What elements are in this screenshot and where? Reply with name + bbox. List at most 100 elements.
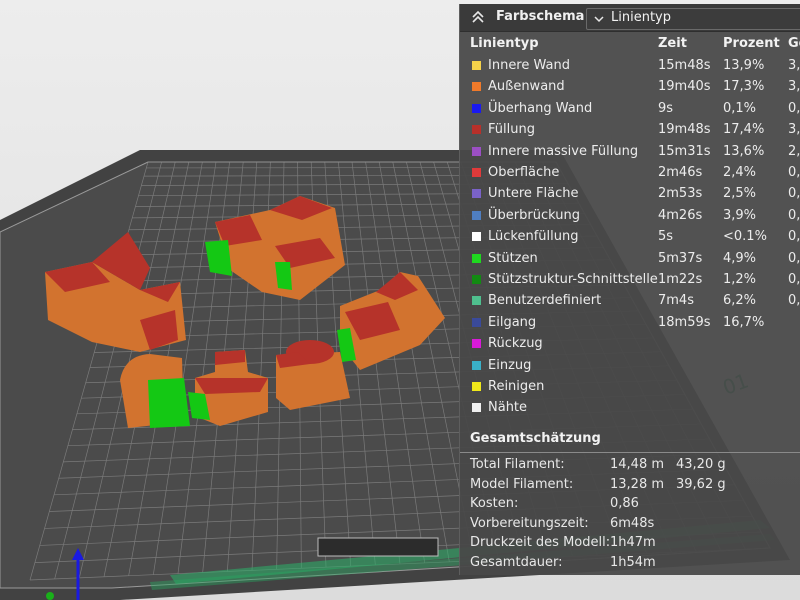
- legend-row-label: Oberfläche: [488, 165, 560, 180]
- legend-row-label: Innere massive Füllung: [488, 143, 639, 159]
- color-scheme-value: Linientyp: [611, 10, 671, 25]
- legend-row-time: 4m26s: [658, 207, 703, 223]
- color-swatch: [472, 253, 481, 263]
- legend-row[interactable]: Innere Wand 15m48s 13,9% 3,1: [460, 56, 800, 77]
- legend-row-extra: 2,6: [788, 143, 800, 159]
- summary-label: Vorbereitungszeit:: [470, 515, 589, 531]
- legend-row-extra: 0,0: [788, 100, 800, 116]
- legend-row-extra: 0,1: [788, 293, 800, 309]
- legend-row-label: Innere Wand: [488, 58, 570, 73]
- legend-row-percent: 0,1%: [723, 100, 757, 116]
- legend-row[interactable]: Innere massive Füllung 15m31s 13,6% 2,6: [460, 142, 800, 163]
- legend-row-time: 7m4s: [658, 293, 694, 309]
- color-swatch: [472, 146, 481, 156]
- color-scheme-select[interactable]: Linientyp: [586, 8, 800, 30]
- legend-row-time: 5s: [658, 229, 674, 245]
- legend-row-label: Einzug: [488, 357, 532, 373]
- color-swatch: [472, 317, 481, 327]
- legend-row-label: Überbrückung: [488, 207, 580, 223]
- color-swatch: [472, 296, 481, 306]
- legend-row-label: Nähte: [488, 400, 528, 416]
- color-swatch: [472, 189, 481, 199]
- color-scheme-label: Farbschema: [496, 9, 585, 24]
- legend-row-label: Reinigen: [488, 379, 545, 394]
- legend-row[interactable]: Außenwand 19m40s 17,3% 3,0: [460, 77, 800, 98]
- legend-row-label: Füllung: [488, 122, 535, 138]
- legend-row[interactable]: Füllung 19m48s 17,4% 3,1: [460, 120, 800, 141]
- chevron-up-double-icon[interactable]: [470, 10, 486, 24]
- legend-row-time: 19m40s: [658, 79, 711, 95]
- color-swatch: [472, 168, 481, 177]
- legend-row-label: Außenwand: [488, 79, 565, 95]
- legend-row-time: 15m31s: [658, 143, 711, 159]
- legend-row-percent: 17,4%: [723, 122, 765, 138]
- column-header-extra: Ge: [788, 36, 800, 51]
- color-swatch: [472, 232, 481, 242]
- legend-row-percent: 4,9%: [723, 250, 757, 266]
- legend-row[interactable]: Reinigen: [460, 377, 800, 398]
- legend-row-percent: 3,9%: [723, 207, 757, 223]
- summary-title: Gesamtschätzung: [470, 431, 601, 446]
- legend-row-label: Eilgang: [488, 314, 537, 330]
- legend-row[interactable]: Stützstruktur-Schnittstelle1m22s 1,2% 0,2: [460, 270, 800, 291]
- legend-row[interactable]: Nähte: [460, 398, 800, 419]
- legend-panel: Farbschema Linientyp Linientyp Zeit Proz…: [459, 4, 800, 575]
- color-swatch: [472, 339, 481, 349]
- color-swatch: [472, 360, 481, 370]
- color-swatch: [472, 403, 481, 413]
- legend-row-extra: 0,2: [788, 165, 800, 180]
- color-swatch: [472, 82, 481, 92]
- legend-header: Farbschema Linientyp: [460, 4, 800, 32]
- legend-row-time: 15m48s: [658, 58, 711, 73]
- legend-row-percent: 2,4%: [723, 165, 757, 180]
- summary-row: Total Filament: 14,48 m 43,20 g: [460, 456, 800, 476]
- legend-row-time: 18m59s: [658, 314, 711, 330]
- legend-row-time: 5m37s: [658, 250, 703, 266]
- legend-row-label: Benutzerdefiniert: [488, 293, 602, 309]
- legend-row-extra: 0,9: [788, 250, 800, 266]
- legend-row-time: 1m22s: [658, 272, 703, 287]
- legend-row[interactable]: Eilgang 18m59s 16,7%: [460, 313, 800, 334]
- column-header-time: Zeit: [658, 36, 687, 51]
- legend-row[interactable]: Überbrückung 4m26s 3,9% 0,6: [460, 206, 800, 227]
- summary-divider: [460, 452, 800, 453]
- legend-row-extra: 0,2: [788, 186, 800, 202]
- legend-row-percent: 17,3%: [723, 79, 765, 95]
- summary-row: Model Filament: 13,28 m 39,62 g: [460, 476, 800, 496]
- summary-value: 13,28 m: [610, 476, 665, 492]
- legend-row-percent: 13,9%: [723, 58, 765, 73]
- legend-row[interactable]: Oberfläche 2m46s 2,4% 0,2: [460, 163, 800, 184]
- summary-value: 1h47m: [610, 535, 656, 550]
- legend-row-extra: 0,0: [788, 229, 800, 245]
- legend-row[interactable]: Überhang Wand 9s 0,1% 0,0: [460, 99, 800, 120]
- summary-row: Gesamtdauer: 1h54m: [460, 554, 800, 574]
- legend-row-extra: 3,0: [788, 79, 800, 95]
- summary-value: 1h54m: [610, 554, 656, 570]
- color-swatch: [472, 125, 481, 135]
- summary-value-2: 39,62 g: [676, 476, 726, 492]
- column-header-type: Linientyp: [470, 36, 539, 51]
- legend-row-label: Stützstruktur-Schnittstelle: [488, 272, 658, 287]
- legend-row[interactable]: Benutzerdefiniert 7m4s 6,2% 0,1: [460, 291, 800, 312]
- summary-value: 14,48 m: [610, 457, 665, 472]
- legend-row-time: 2m46s: [658, 165, 703, 180]
- summary-label: Druckzeit des Modell:: [470, 535, 611, 550]
- legend-row[interactable]: Stützen 5m37s 4,9% 0,9: [460, 249, 800, 270]
- legend-row[interactable]: Einzug: [460, 356, 800, 377]
- legend-row[interactable]: Lückenfüllung 5s <0.1% 0,0: [460, 227, 800, 248]
- legend-row[interactable]: Untere Fläche 2m53s 2,5% 0,2: [460, 184, 800, 205]
- legend-row-label: Stützen: [488, 250, 538, 266]
- legend-row-time: 2m53s: [658, 186, 703, 202]
- legend-row-percent: 1,2%: [723, 272, 757, 287]
- summary-label: Model Filament:: [470, 476, 574, 492]
- summary-value: 6m48s: [610, 515, 655, 531]
- color-swatch: [472, 382, 481, 391]
- legend-row-time: 19m48s: [658, 122, 711, 138]
- legend-row-extra: 0,2: [788, 272, 800, 287]
- legend-row[interactable]: Rückzug: [460, 334, 800, 355]
- legend-row-extra: 0,6: [788, 207, 800, 223]
- legend-row-label: Untere Fläche: [488, 186, 579, 202]
- column-header-percent: Prozent: [723, 36, 780, 51]
- color-swatch: [472, 103, 481, 113]
- summary-label: Gesamtdauer:: [470, 554, 563, 570]
